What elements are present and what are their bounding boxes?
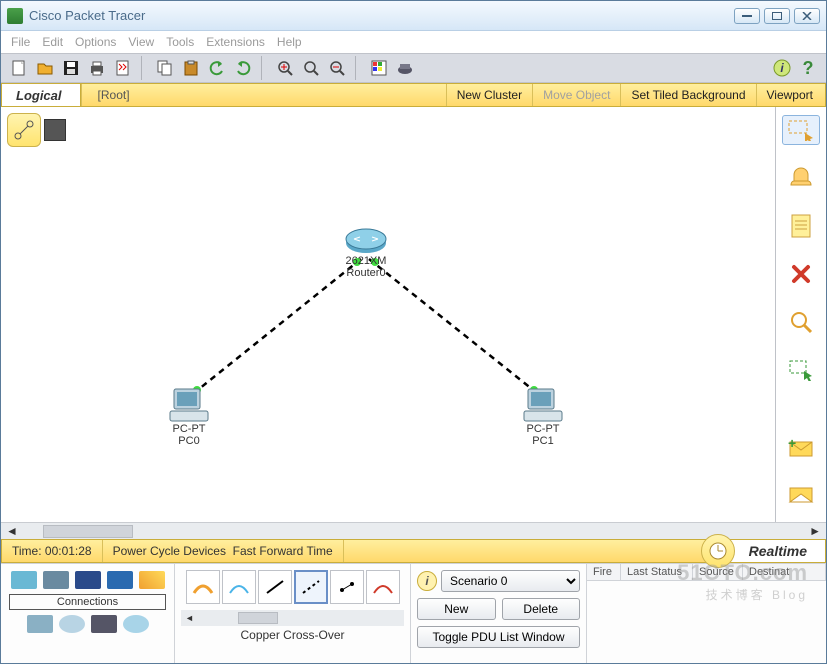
device-pc1-type: PC-PT [513,423,573,435]
select-tool-icon[interactable] [782,115,820,145]
scenario-panel: i Scenario 0 New Delete Toggle PDU List … [411,564,587,663]
device-router0-label: Router0 [336,267,396,279]
pdu-col-last-status[interactable]: Last Status [621,564,693,580]
app-icon [7,8,23,24]
pdu-list-panel: Fire Last Status Source Destinat 51CTO.c… [587,564,826,663]
routers-category-icon[interactable] [11,571,37,589]
zoom-in-icon[interactable] [273,56,297,80]
pdu-col-fire[interactable]: Fire [587,564,621,580]
save-icon[interactable] [59,56,83,80]
device-type-selector: Connections [1,564,175,663]
copy-icon[interactable] [153,56,177,80]
menu-extensions[interactable]: Extensions [206,35,265,49]
realtime-tab[interactable]: Realtime [730,540,825,562]
activity-wizard-icon[interactable] [111,56,135,80]
inspect-tool-icon[interactable] [782,307,820,337]
scenario-info-icon[interactable]: i [417,571,437,591]
redo-icon[interactable] [231,56,255,80]
cable-console-icon[interactable] [222,570,256,604]
wan-emulation-category-icon[interactable] [59,615,85,633]
scenario-delete-button[interactable]: Delete [502,598,581,620]
main-toolbar: i ? [1,53,826,83]
move-object-button[interactable]: Move Object [532,84,620,106]
scenario-select[interactable]: Scenario 0 [441,570,580,592]
undo-icon[interactable] [205,56,229,80]
fast-forward-button[interactable]: Fast Forward Time [233,544,333,558]
menu-options[interactable]: Options [75,35,116,49]
cable-auto-icon[interactable] [186,570,220,604]
palette-icon[interactable] [367,56,391,80]
multiuser-category-icon[interactable] [123,615,149,633]
info-icon[interactable]: i [770,56,794,80]
open-file-icon[interactable] [33,56,57,80]
scenario-new-button[interactable]: New [417,598,496,620]
add-simple-pdu-icon[interactable]: + [782,434,820,464]
window-titlebar: Cisco Packet Tracer [1,1,826,31]
print-icon[interactable] [85,56,109,80]
logical-toolbar: Logical [Root] New Cluster Move Object S… [1,83,826,107]
menu-bar: File Edit Options View Tools Extensions … [1,31,826,53]
cable-crossover-icon[interactable] [294,570,328,604]
paste-icon[interactable] [179,56,203,80]
device-pc0-type: PC-PT [159,423,219,435]
menu-file[interactable]: File [11,35,30,49]
pdu-col-destination[interactable]: Destinat [743,564,826,580]
device-pc1[interactable]: PC-PT PC1 [513,387,573,447]
cable-scrollbar[interactable]: ◄ [181,610,404,626]
cable-phone-icon[interactable] [366,570,400,604]
window-title: Cisco Packet Tracer [29,8,734,23]
minimize-button[interactable] [734,8,760,24]
horizontal-scrollbar[interactable]: ◄ ► [1,522,826,539]
delete-tool-icon[interactable] [782,259,820,289]
help-icon[interactable]: ? [796,56,820,80]
menu-tools[interactable]: Tools [166,35,194,49]
add-complex-pdu-icon[interactable] [782,482,820,512]
set-tiled-bg-button[interactable]: Set Tiled Background [620,84,755,106]
menu-help[interactable]: Help [277,35,302,49]
sim-time-label: Time: 00:01:28 [2,540,103,562]
workspace-canvas[interactable]: 2621XM Router0 PC-PT PC0 PC-PT PC1 [1,107,775,522]
maximize-button[interactable] [764,8,790,24]
right-tool-palette: + [776,107,826,522]
move-layout-tool-icon[interactable] [782,163,820,193]
svg-text:+: + [788,438,796,451]
cable-fiber-icon[interactable] [330,570,364,604]
device-router0[interactable]: 2621XM Router0 [336,225,396,279]
viewport-button[interactable]: Viewport [756,84,825,106]
place-note-tool-icon[interactable] [782,211,820,241]
connections-category-icon[interactable] [139,571,165,589]
power-cycle-button[interactable]: Power Cycle Devices Fast Forward Time [103,540,344,562]
device-pc0[interactable]: PC-PT PC0 [159,387,219,447]
close-button[interactable] [794,8,820,24]
bottom-panel: Connections ◄ Copper Cross-Over i [1,563,826,663]
device-router0-type: 2621XM [336,255,396,267]
new-cluster-button[interactable]: New Cluster [446,84,532,106]
cable-selector: ◄ Copper Cross-Over [175,564,411,663]
switches-category-icon[interactable] [43,571,69,589]
device-category-label: Connections [9,594,166,610]
logical-tab[interactable]: Logical [2,84,81,106]
device-pc1-label: PC1 [513,435,573,447]
clock-icon [701,534,735,568]
device-pc0-label: PC0 [159,435,219,447]
toggle-pdu-list-button[interactable]: Toggle PDU List Window [417,626,580,648]
cable-selected-label: Copper Cross-Over [181,628,404,642]
resize-shape-tool-icon[interactable] [782,355,820,385]
hubs-category-icon[interactable] [75,571,101,589]
realtime-toolbar: Time: 00:01:28 Power Cycle Devices Fast … [1,539,826,563]
wireless-category-icon[interactable] [107,571,133,589]
custom-made-category-icon[interactable] [91,615,117,633]
menu-edit[interactable]: Edit [42,35,63,49]
menu-view[interactable]: View [128,35,154,49]
custom-devices-icon[interactable] [393,56,417,80]
cable-straight-icon[interactable] [258,570,292,604]
zoom-reset-icon[interactable] [299,56,323,80]
end-devices-category-icon[interactable] [27,615,53,633]
nav-root[interactable]: [Root] [81,84,146,106]
new-file-icon[interactable] [7,56,31,80]
svg-text:?: ? [803,58,814,78]
zoom-out-icon[interactable] [325,56,349,80]
